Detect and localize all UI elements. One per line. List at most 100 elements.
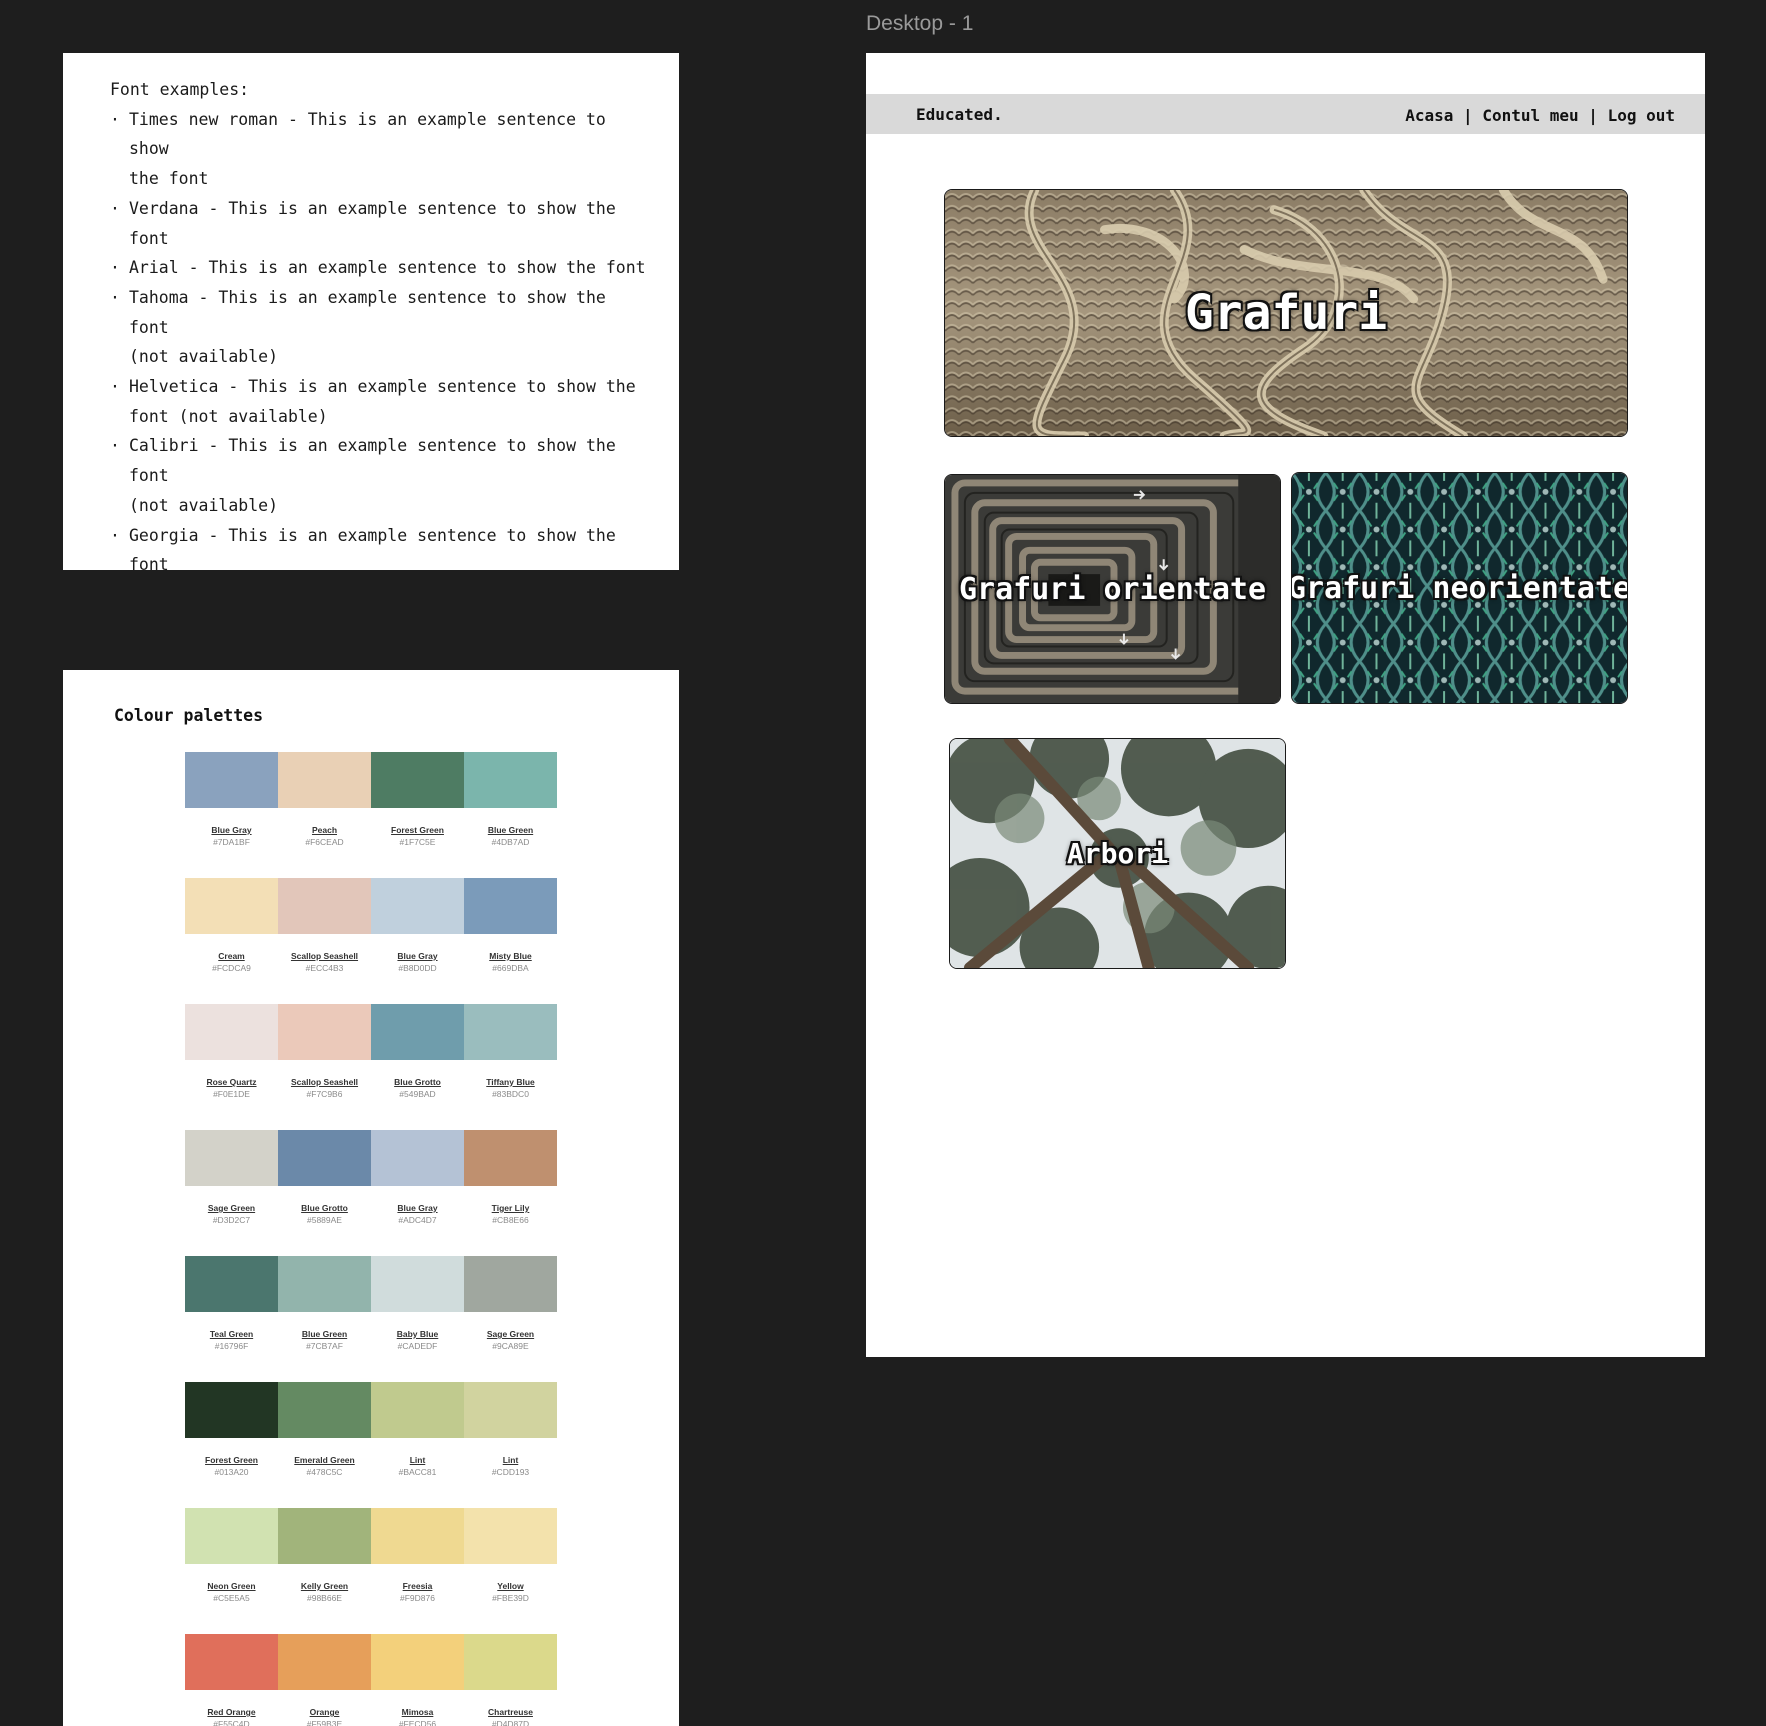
bullet-icon: ·	[110, 525, 120, 545]
swatch-hex: #FECD56	[398, 1719, 437, 1726]
swatch-label: Cream #FCDCA9	[185, 950, 278, 974]
color-swatch	[278, 1004, 371, 1060]
palette-swatches	[185, 1130, 557, 1186]
palette: Teal Green #16796F Blue Green #7CB7AF Baby B…	[185, 1256, 557, 1352]
swatch-name: Orange	[309, 1707, 340, 1717]
swatch-label: Baby Blue #CADEDF	[371, 1328, 464, 1352]
swatch-label: Blue Gray #ADC4D7	[371, 1202, 464, 1226]
color-swatch	[464, 878, 557, 934]
bullet-icon: ·	[110, 198, 120, 218]
palette-swatches	[185, 1256, 557, 1312]
color-swatch	[185, 1004, 278, 1060]
swatch-hex: #ECC4B3	[305, 963, 344, 973]
palette-labels: Teal Green #16796F Blue Green #7CB7AF Baby B…	[185, 1328, 557, 1352]
palette-swatches	[185, 878, 557, 934]
palette: Red Orange #F55C4D Orange #F59B3E Mimosa #FEC…	[185, 1634, 557, 1726]
color-swatch	[464, 1634, 557, 1690]
font-example-item: · Helvetica - This is an example sentence…	[110, 372, 650, 431]
nav-account-link[interactable]: Contul meu	[1482, 106, 1578, 125]
swatch-label: Blue Grotto #549BAD	[371, 1076, 464, 1100]
palette-labels: Neon Green #C5E5A5 Kelly Green #98B66E Frees…	[185, 1580, 557, 1604]
font-example-item: · Tahoma - This is an example sentence to…	[110, 283, 650, 372]
nav-links: Acasa | Contul meu | Log out	[1405, 106, 1675, 125]
swatch-name: Blue Gray	[211, 825, 252, 835]
frame-label[interactable]: Desktop - 1	[866, 12, 973, 36]
swatch-label: Scallop Seashell #F7C9B6	[278, 1076, 371, 1100]
swatch-name: Yellow	[497, 1581, 524, 1591]
swatch-hex: #5889AE	[307, 1215, 342, 1225]
swatch-hex: #CADEDF	[397, 1341, 438, 1351]
bullet-icon: ·	[110, 258, 120, 278]
swatch-name: Blue Gray	[397, 1203, 438, 1213]
swatch-hex: #98B66E	[307, 1593, 342, 1603]
swatch-name: Neon Green	[207, 1581, 256, 1591]
color-swatch	[371, 1508, 464, 1564]
bullet-icon: ·	[110, 287, 120, 307]
nav-home-link[interactable]: Acasa	[1405, 106, 1453, 125]
card-arbori[interactable]: Arbori	[949, 738, 1286, 969]
font-example-item: · Times new roman - This is an example se…	[110, 105, 650, 194]
swatch-label: Freesia #F9D876	[371, 1580, 464, 1604]
font-example-item: · Verdana - This is an example sentence t…	[110, 194, 650, 253]
font-examples-text: Font examples: · Times new roman - This i…	[110, 75, 650, 580]
card-grafuri-neorientate[interactable]: Grafuri neorientate	[1291, 472, 1628, 704]
color-swatch	[185, 1382, 278, 1438]
palette-swatches	[185, 1004, 557, 1060]
nav-separator: |	[1588, 106, 1598, 125]
swatch-name: Forest Green	[391, 825, 444, 835]
card-grafuri-orientate-title: Grafuri orientate	[958, 571, 1267, 607]
color-swatch	[371, 1256, 464, 1312]
colour-palettes-frame: Colour palettes Blue Gray #7DA1BF Peach #F6…	[63, 670, 679, 1726]
color-swatch	[464, 1130, 557, 1186]
color-swatch	[371, 1634, 464, 1690]
brand-logo[interactable]: Educated.	[916, 105, 1003, 124]
swatch-hex: #478C5C	[306, 1467, 343, 1477]
font-examples-heading: Font examples:	[110, 80, 250, 99]
swatch-hex: #FCDCA9	[212, 963, 251, 973]
font-example-line: Arial - This is an example sentence to s…	[129, 258, 646, 278]
palettes-title: Colour palettes	[114, 706, 264, 725]
swatch-label: Peach #F6CEAD	[278, 824, 371, 848]
swatch-label: Teal Green #16796F	[185, 1328, 278, 1352]
color-swatch	[464, 752, 557, 808]
swatch-hex: #D4D87D	[491, 1719, 530, 1726]
palette-labels: Blue Gray #7DA1BF Peach #F6CEAD Forest Green…	[185, 824, 557, 848]
swatch-name: Peach	[311, 825, 338, 835]
color-swatch	[185, 1130, 278, 1186]
palette: Cream #FCDCA9 Scallop Seashell #ECC4B3 Blue …	[185, 878, 557, 974]
swatch-name: Blue Grotto	[394, 1077, 441, 1087]
swatch-name: Baby Blue	[396, 1329, 439, 1339]
swatch-hex: #F0E1DE	[213, 1089, 250, 1099]
swatch-name: Scallop Seashell	[290, 951, 359, 961]
swatch-name: Lint	[409, 1455, 426, 1465]
swatch-name: Tiger Lily	[491, 1203, 530, 1213]
swatch-label: Forest Green #1F7C5E	[371, 824, 464, 848]
font-example-item: · Georgia - This is an example sentence t…	[110, 521, 650, 580]
card-grafuri[interactable]: Grafuri	[944, 189, 1628, 437]
palette-swatches	[185, 1508, 557, 1564]
swatch-hex: #F7C9B6	[306, 1089, 343, 1099]
swatch-name: Forest Green	[205, 1455, 258, 1465]
color-swatch	[464, 1508, 557, 1564]
swatch-label: Tiffany Blue #83BDC0	[464, 1076, 557, 1100]
swatch-name: Lint	[502, 1455, 519, 1465]
color-swatch	[278, 1634, 371, 1690]
palette: Rose Quartz #F0E1DE Scallop Seashell #F7C9B…	[185, 1004, 557, 1100]
swatch-hex: #7CB7AF	[306, 1341, 343, 1351]
swatch-name: Blue Green	[487, 825, 534, 835]
card-grafuri-orientate[interactable]: Grafuri orientate	[944, 474, 1281, 704]
palette-swatches	[185, 752, 557, 808]
font-example-item: · Arial - This is an example sentence to …	[110, 253, 650, 283]
swatch-hex: #D3D2C7	[212, 1215, 251, 1225]
nav-logout-link[interactable]: Log out	[1608, 106, 1675, 125]
swatch-label: Blue Green #4DB7AD	[464, 824, 557, 848]
font-example-line: Verdana - This is an example sentence to…	[129, 198, 616, 248]
font-example-line: Calibri - This is an example sentence to…	[129, 436, 616, 486]
color-swatch	[185, 878, 278, 934]
color-swatch	[371, 1130, 464, 1186]
swatch-label: Chartreuse #D4D87D	[464, 1706, 557, 1726]
palette-swatches	[185, 1634, 557, 1690]
color-swatch	[278, 1382, 371, 1438]
swatch-label: Blue Green #7CB7AF	[278, 1328, 371, 1352]
color-swatch	[371, 752, 464, 808]
